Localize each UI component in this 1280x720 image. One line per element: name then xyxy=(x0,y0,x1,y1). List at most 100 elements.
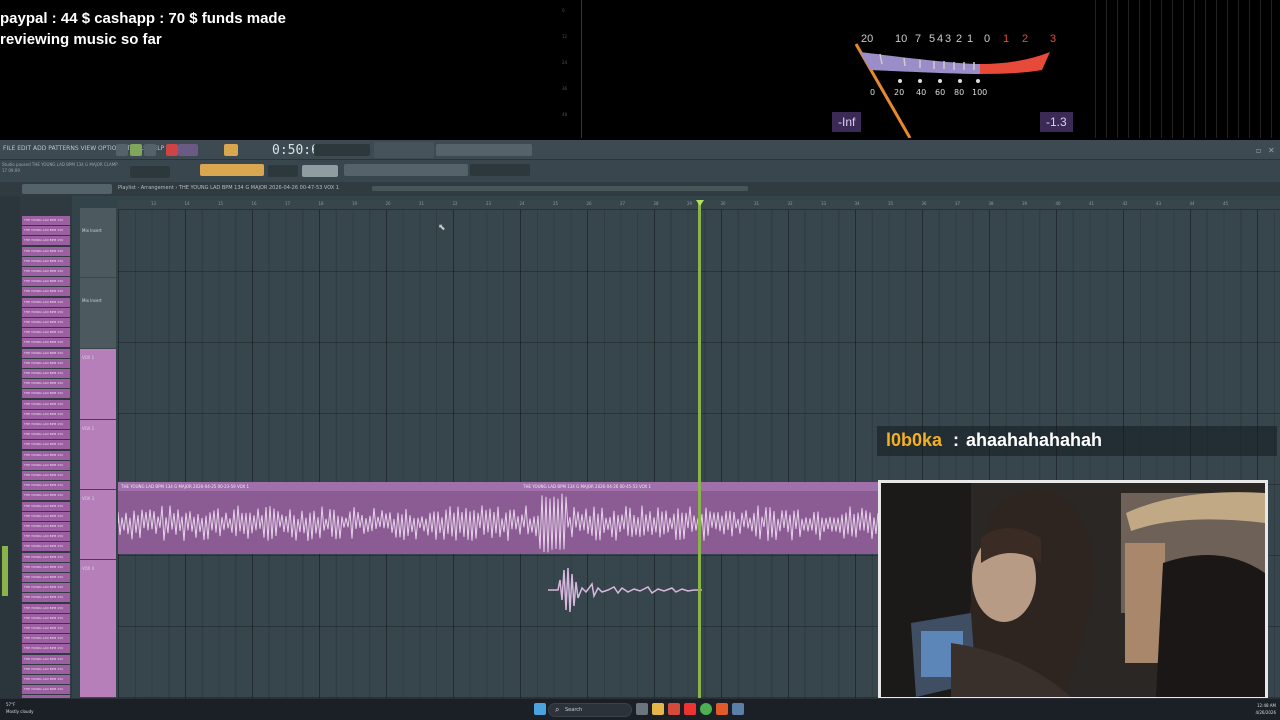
browser-item[interactable]: THE YOUNG LAD BPM 134 xyxy=(22,613,70,623)
start-icon[interactable] xyxy=(534,703,546,715)
browser-item[interactable]: THE YOUNG LAD BPM 134 xyxy=(22,420,70,429)
playhead-marker[interactable] xyxy=(696,200,704,206)
stop-button[interactable] xyxy=(144,144,156,156)
browser-item[interactable]: THE YOUNG LAD BPM 134 xyxy=(22,450,70,460)
browser-item[interactable]: THE YOUNG LAD BPM 134 xyxy=(22,675,70,684)
pattern-song-toggle[interactable] xyxy=(116,144,128,156)
browser-item[interactable]: THE YOUNG LAD BPM 134 xyxy=(22,369,70,378)
browser-item[interactable]: THE YOUNG LAD BPM 134 xyxy=(22,603,70,613)
system-clock[interactable]: 12:48 AM 4/26/2026 xyxy=(1240,702,1276,716)
browser-item[interactable]: THE YOUNG LAD BPM 134 xyxy=(22,216,70,225)
browser-item[interactable]: THE YOUNG LAD BPM 134 xyxy=(22,593,70,603)
ruler-mark: 43 xyxy=(1156,201,1162,206)
fl-studio-icon[interactable] xyxy=(716,703,728,715)
clip-title: THE YOUNG LAD BPM 134 G MAJOR 2026-04-26… xyxy=(523,484,652,489)
pattern-select[interactable] xyxy=(302,165,338,177)
browser-item[interactable]: THE YOUNG LAD BPM 134 xyxy=(22,664,70,674)
screen: paypal : 44 $ cashapp : 70 $ funds made … xyxy=(0,0,1280,720)
browser-item[interactable]: THE YOUNG LAD BPM 134 xyxy=(22,287,70,297)
track-header[interactable]: Mix Insert xyxy=(80,208,116,278)
browser-item[interactable]: THE YOUNG LAD BPM 134 xyxy=(22,562,70,572)
snap-select[interactable] xyxy=(268,165,298,177)
browser-item[interactable]: THE YOUNG LAD BPM 134 xyxy=(22,246,70,256)
browser-item[interactable]: THE YOUNG LAD BPM 134 xyxy=(22,379,70,389)
browser-item[interactable]: THE YOUNG LAD BPM 134 xyxy=(22,348,70,358)
browser-item[interactable]: THE YOUNG LAD BPM 134 xyxy=(22,583,70,593)
browser-item[interactable]: THE YOUNG LAD BPM 134 xyxy=(22,277,70,287)
vu-label: 1 xyxy=(967,33,974,45)
browser-item[interactable]: THE YOUNG LAD BPM 134 xyxy=(22,624,70,633)
master-volume[interactable] xyxy=(130,166,170,178)
track-label: VOX 1 xyxy=(82,355,95,360)
chrome-icon[interactable] xyxy=(700,703,712,715)
browser-item[interactable]: THE YOUNG LAD BPM 134 xyxy=(22,328,70,338)
track-header[interactable]: VOX 1 xyxy=(80,349,116,420)
app-icon[interactable] xyxy=(732,703,744,715)
search-icon: ⌕ xyxy=(555,705,560,714)
browser-item[interactable]: THE YOUNG LAD BPM 134 xyxy=(22,573,70,582)
browser-item[interactable]: THE YOUNG LAD BPM 134 xyxy=(22,501,70,511)
task-view-icon[interactable] xyxy=(636,703,648,715)
app-icon[interactable] xyxy=(668,703,680,715)
browser-item[interactable]: THE YOUNG LAD BPM 134 xyxy=(22,460,70,470)
browser-item[interactable]: THE YOUNG LAD BPM 134 xyxy=(22,542,70,552)
vu-sub-label: 100 xyxy=(972,88,988,97)
track-header[interactable]: VOX 4 xyxy=(80,560,116,698)
browser-item[interactable]: THE YOUNG LAD BPM 134 xyxy=(22,409,70,419)
horizontal-scrollbar[interactable] xyxy=(372,186,748,191)
track-header[interactable]: VOX 2 xyxy=(80,420,116,490)
browser-item[interactable]: THE YOUNG LAD BPM 134 xyxy=(22,511,70,521)
browser-item[interactable]: THE YOUNG LAD BPM 134 xyxy=(22,634,70,644)
file-explorer-icon[interactable] xyxy=(652,703,664,715)
search-box[interactable]: ⌕ Search xyxy=(548,703,632,717)
browser-item[interactable]: THE YOUNG LAD BPM 134 xyxy=(22,430,70,440)
browser-item[interactable]: THE YOUNG LAD BPM 134 xyxy=(22,226,70,236)
browser-item[interactable]: THE YOUNG LAD BPM 134 xyxy=(22,338,70,348)
tempo-display[interactable] xyxy=(178,144,198,156)
browser-item[interactable]: THE YOUNG LAD BPM 134 xyxy=(22,307,70,317)
youtube-icon[interactable] xyxy=(684,703,696,715)
browser-item[interactable]: THE YOUNG LAD BPM 134 xyxy=(22,481,70,491)
minimize-icon[interactable]: ▫ xyxy=(1256,146,1261,155)
clip-title: THE YOUNG LAD BPM 134 G MAJOR 2026-04-25… xyxy=(121,484,250,489)
close-icon[interactable]: ✕ xyxy=(1268,146,1275,155)
browser-item[interactable]: THE YOUNG LAD BPM 134 xyxy=(22,654,70,664)
browser-item[interactable]: THE YOUNG LAD BPM 134 xyxy=(22,532,70,542)
window-buttons[interactable] xyxy=(344,164,468,176)
track-header[interactable]: Mix Insert xyxy=(80,278,116,349)
spectrum-scale: 0 12 24 36 48 xyxy=(560,0,582,138)
browser-item[interactable]: THE YOUNG LAD BPM 134 xyxy=(22,267,70,276)
play-button[interactable] xyxy=(130,144,142,156)
browser-item[interactable]: THE YOUNG LAD BPM 134 xyxy=(22,318,70,327)
track-label: VOX 4 xyxy=(82,566,95,571)
weather-widget[interactable]: 57°F Mostly cloudy xyxy=(6,701,34,715)
browser-item[interactable]: THE YOUNG LAD BPM 134 xyxy=(22,491,70,501)
snap-tools[interactable] xyxy=(200,164,264,176)
clock-date: 4/26/2026 xyxy=(1255,710,1276,715)
ruler-mark: 13 xyxy=(151,201,157,206)
ruler-mark: 14 xyxy=(184,201,190,206)
vu-sub-label: 0 xyxy=(870,88,876,97)
ruler-mark: 35 xyxy=(888,201,894,206)
browser-item[interactable]: THE YOUNG LAD BPM 134 xyxy=(22,236,70,246)
browser-item[interactable]: THE YOUNG LAD BPM 134 xyxy=(22,522,70,531)
toolbar-buttons[interactable] xyxy=(436,144,532,156)
playlist-title: Playlist - Arrangement › THE YOUNG LAD B… xyxy=(118,185,340,191)
ruler-mark: 22 xyxy=(452,201,458,206)
browser-item[interactable]: THE YOUNG LAD BPM 134 xyxy=(22,471,70,480)
playlist-tools[interactable] xyxy=(22,184,112,194)
record-button[interactable] xyxy=(166,144,178,156)
browser-item[interactable]: THE YOUNG LAD BPM 134 xyxy=(22,358,70,368)
browser-item[interactable]: THE YOUNG LAD BPM 134 xyxy=(22,440,70,450)
browser-item[interactable]: THE YOUNG LAD BPM 134 xyxy=(22,297,70,307)
browser-item[interactable]: THE YOUNG LAD BPM 134 xyxy=(22,552,70,562)
browser-item[interactable]: THE YOUNG LAD BPM 134 xyxy=(22,389,70,399)
browser-item[interactable]: THE YOUNG LAD BPM 134 xyxy=(22,685,70,695)
track-header[interactable]: VOX 3 xyxy=(80,490,116,560)
metronome-button[interactable] xyxy=(224,144,238,156)
browser-item[interactable]: THE YOUNG LAD BPM 134 xyxy=(22,399,70,409)
browser-item[interactable]: THE YOUNG LAD BPM 134 xyxy=(22,644,70,654)
browser-item[interactable]: THE YOUNG LAD BPM 134 xyxy=(22,256,70,266)
donation-line-1: paypal : 44 $ cashapp : 70 $ funds made xyxy=(0,10,286,27)
playhead[interactable] xyxy=(698,202,701,698)
